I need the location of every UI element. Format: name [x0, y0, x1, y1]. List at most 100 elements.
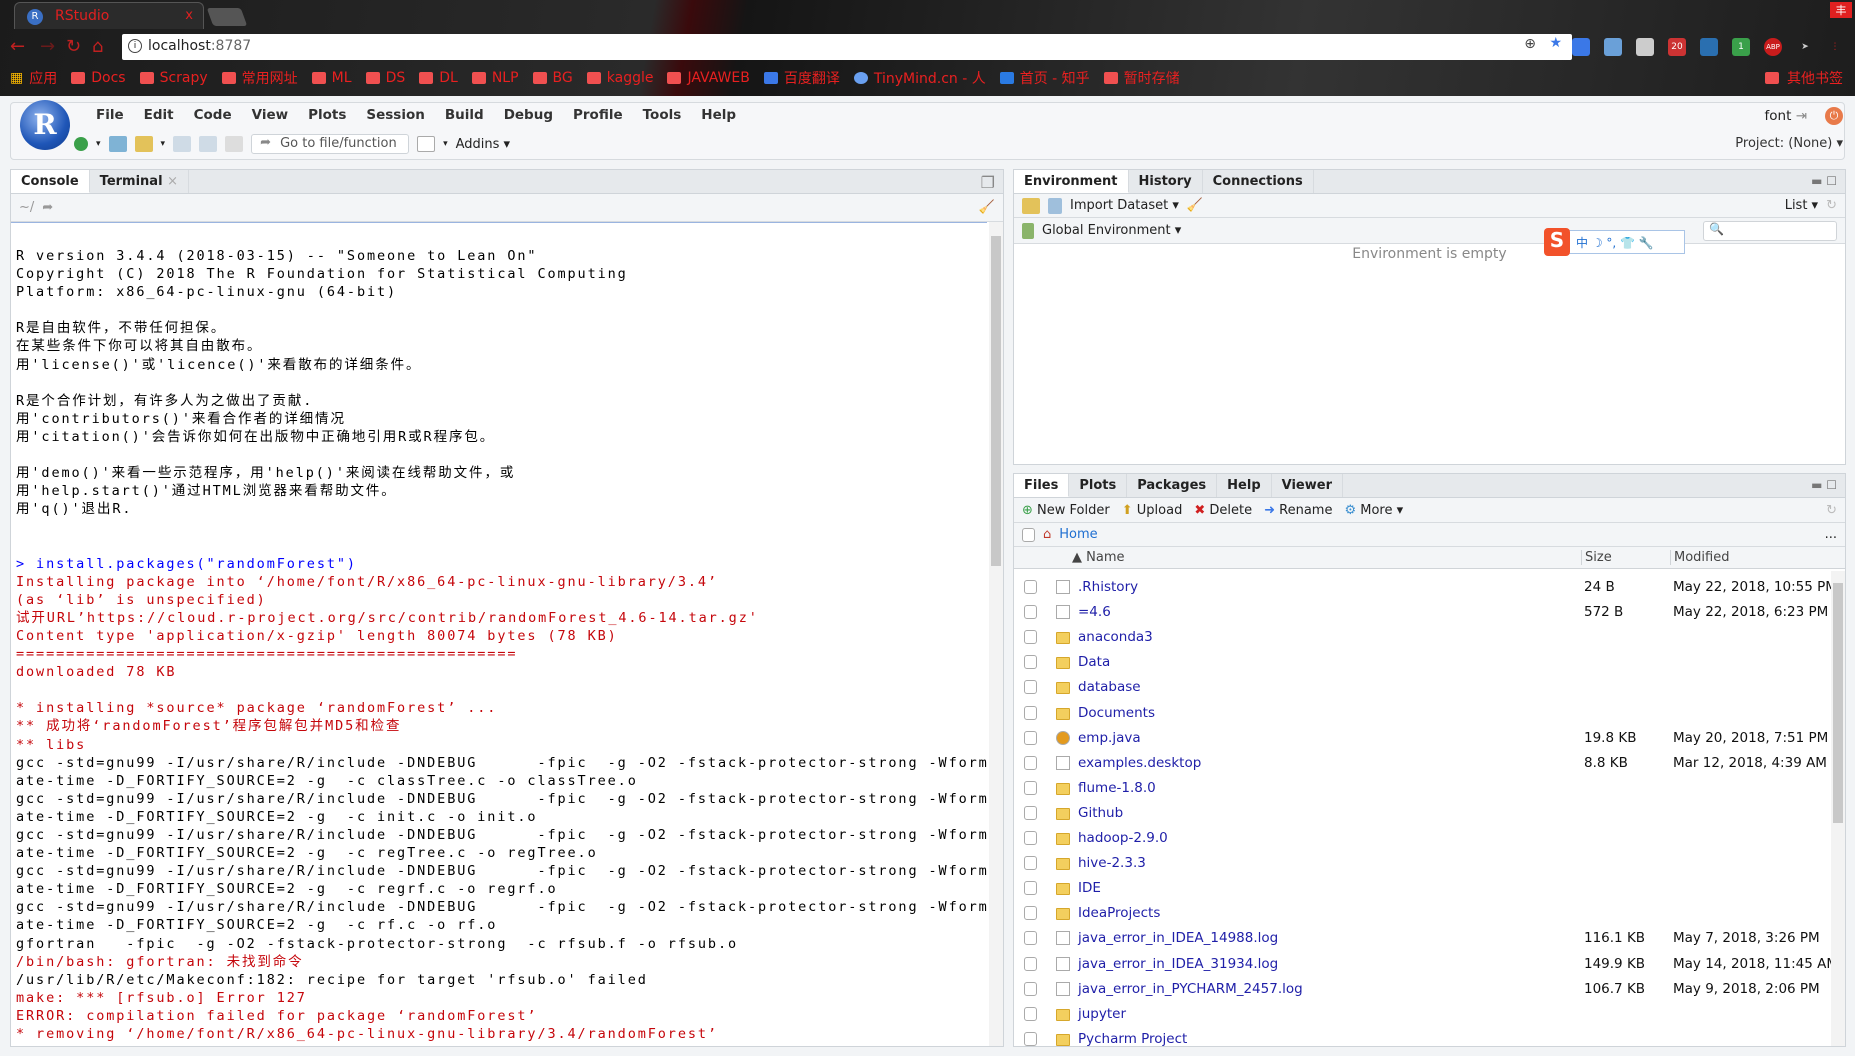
system-tray-icon[interactable]: 丰	[1830, 2, 1852, 18]
tab-connections[interactable]: Connections	[1203, 170, 1314, 193]
sign-out-icon[interactable]: ⇥	[1796, 108, 1807, 124]
bookmark-folder[interactable]: NLP	[471, 68, 519, 88]
file-checkbox[interactable]	[1024, 956, 1037, 971]
translate-extension-icon[interactable]	[1700, 38, 1718, 56]
file-checkbox[interactable]	[1024, 1006, 1037, 1021]
breadcrumb-home[interactable]: Home	[1059, 527, 1097, 542]
open-file-icon[interactable]	[134, 136, 153, 152]
file-checkbox[interactable]	[1024, 831, 1037, 845]
file-row[interactable]: anaconda3	[1014, 625, 1829, 650]
bookmark-star-icon[interactable]: ★	[1549, 35, 1562, 51]
bookmark-link[interactable]: TinyMind.cn - 人	[853, 68, 986, 88]
chevron-down-icon[interactable]: ▾	[161, 139, 166, 149]
file-name[interactable]: Data	[1078, 654, 1110, 670]
menu-tools[interactable]: Tools	[633, 107, 692, 123]
tab-viewer[interactable]: Viewer	[1272, 474, 1343, 497]
env-search-input[interactable]: 🔍	[1703, 220, 1837, 241]
bookmark-folder[interactable]: BG	[532, 68, 573, 88]
file-checkbox[interactable]	[1024, 755, 1037, 770]
file-checkbox[interactable]	[1024, 730, 1037, 745]
back-icon[interactable]: ←	[10, 36, 25, 57]
file-name[interactable]: Documents	[1078, 705, 1155, 721]
file-checkbox[interactable]	[1024, 1031, 1037, 1046]
import-dataset-button[interactable]: Import Dataset ▾	[1070, 198, 1179, 213]
zoom-icon[interactable]: ⊕	[1524, 36, 1536, 52]
file-row[interactable]: Data	[1014, 650, 1829, 675]
scroll-thumb[interactable]	[991, 236, 1001, 566]
file-row[interactable]: examples.desktop 8.8 KB Mar 12, 2018, 4:39…	[1014, 751, 1829, 776]
file-name[interactable]: java_error_in_IDEA_31934.log	[1078, 956, 1278, 972]
go-to-directory-button[interactable]: ...	[1825, 527, 1837, 542]
view-mode-dropdown[interactable]: List ▾	[1785, 198, 1818, 213]
file-name[interactable]: emp.java	[1078, 730, 1141, 746]
chrome-menu-icon[interactable]: ⋮	[1826, 38, 1844, 56]
file-row[interactable]: Pycharm Project	[1014, 1027, 1829, 1046]
menu-profile[interactable]: Profile	[563, 107, 633, 123]
grid-layout-icon[interactable]	[417, 136, 436, 152]
extension-badge[interactable]: 1	[1732, 38, 1750, 56]
minimize-maximize-icon[interactable]: ▬ ☐	[1811, 478, 1837, 492]
file-row[interactable]: Documents	[1014, 701, 1829, 726]
bookmark-folder[interactable]: ML	[311, 68, 352, 88]
extension-badge[interactable]: 20	[1668, 38, 1686, 56]
menu-view[interactable]: View	[242, 107, 298, 123]
browser-tab[interactable]: R RStudio x	[14, 2, 204, 29]
home-icon[interactable]: ⌂	[92, 36, 103, 57]
file-checkbox[interactable]	[1024, 856, 1037, 871]
adblock-icon[interactable]: ABP	[1764, 38, 1782, 56]
mail-extension-icon[interactable]	[1636, 38, 1654, 56]
save-all-icon[interactable]	[199, 136, 218, 152]
rename-button[interactable]: ➜ Rename	[1264, 503, 1332, 518]
menu-file[interactable]: File	[86, 107, 134, 123]
file-name[interactable]: hive-2.3.3	[1078, 855, 1146, 871]
bookmark-link[interactable]: 首页 - 知乎	[999, 68, 1090, 88]
file-row[interactable]: emp.java 19.8 KB May 20, 2018, 7:51 PM	[1014, 726, 1829, 751]
file-row[interactable]: java_error_in_IDEA_14988.log 116.1 KB May …	[1014, 926, 1829, 951]
clear-console-icon[interactable]: 🧹	[979, 200, 995, 215]
file-row[interactable]: hadoop-2.9.0	[1014, 826, 1829, 851]
file-row[interactable]: Github	[1014, 801, 1829, 826]
bookmark-folder[interactable]: DS	[365, 68, 405, 88]
bookmark-folder[interactable]: 常用网址	[221, 68, 298, 88]
file-name[interactable]: flume-1.8.0	[1078, 780, 1156, 796]
file-checkbox[interactable]	[1024, 705, 1037, 720]
file-row[interactable]: IdeaProjects	[1014, 901, 1829, 926]
new-file-icon[interactable]	[74, 137, 88, 151]
file-checkbox[interactable]	[1024, 680, 1037, 695]
project-menu[interactable]: Project: (None) ▾	[1735, 136, 1843, 151]
file-name[interactable]: IdeaProjects	[1078, 905, 1160, 921]
save-icon[interactable]	[173, 136, 192, 152]
file-row[interactable]: =4.6 572 B May 22, 2018, 6:23 PM	[1014, 600, 1829, 625]
go-to-dir-icon[interactable]: ➦	[42, 200, 53, 215]
refresh-icon[interactable]: ↻	[1826, 198, 1837, 213]
file-name[interactable]: IDE	[1078, 880, 1101, 896]
chevron-down-icon[interactable]: ▾	[443, 139, 448, 149]
tab-history[interactable]: History	[1129, 170, 1203, 193]
address-bar[interactable]: i localhost:8787 ⊕ ★	[122, 34, 1572, 60]
file-name[interactable]: anaconda3	[1078, 629, 1153, 645]
new-folder-button[interactable]: ⊕ New Folder	[1022, 503, 1110, 518]
file-row[interactable]: java_error_in_PYCHARM_2457.log 106.7 KB Ma…	[1014, 977, 1829, 1002]
files-scrollbar[interactable]	[1831, 571, 1845, 1046]
file-row[interactable]: jupyter	[1014, 1002, 1829, 1027]
bookmark-folder[interactable]: DL	[419, 68, 458, 88]
menu-build[interactable]: Build	[435, 107, 494, 123]
tab-help[interactable]: Help	[1217, 474, 1272, 497]
menu-code[interactable]: Code	[184, 107, 242, 123]
broom-icon[interactable]: 🧹	[1187, 198, 1203, 213]
delete-button[interactable]: ✖ Delete	[1194, 503, 1252, 518]
go-to-file-input[interactable]: Go to file/function	[251, 134, 410, 154]
addins-button[interactable]: Addins ▾	[456, 137, 510, 152]
file-row[interactable]: hive-2.3.3	[1014, 851, 1829, 876]
tab-plots[interactable]: Plots	[1069, 474, 1128, 497]
bookmark-folder[interactable]: Scrapy	[139, 68, 208, 88]
tab-console[interactable]: Console	[11, 170, 90, 193]
file-name[interactable]: database	[1078, 679, 1141, 695]
file-row[interactable]: flume-1.8.0	[1014, 776, 1829, 801]
console-output[interactable]: R version 3.4.4 (2018-03-15) -- "Someone…	[11, 222, 987, 1046]
more-button[interactable]: ⚙ More ▾	[1344, 503, 1403, 518]
file-name[interactable]: java_error_in_IDEA_14988.log	[1078, 930, 1278, 946]
reload-icon[interactable]: ↻	[66, 36, 81, 57]
file-row[interactable]: IDE	[1014, 876, 1829, 901]
print-icon[interactable]	[225, 136, 244, 152]
